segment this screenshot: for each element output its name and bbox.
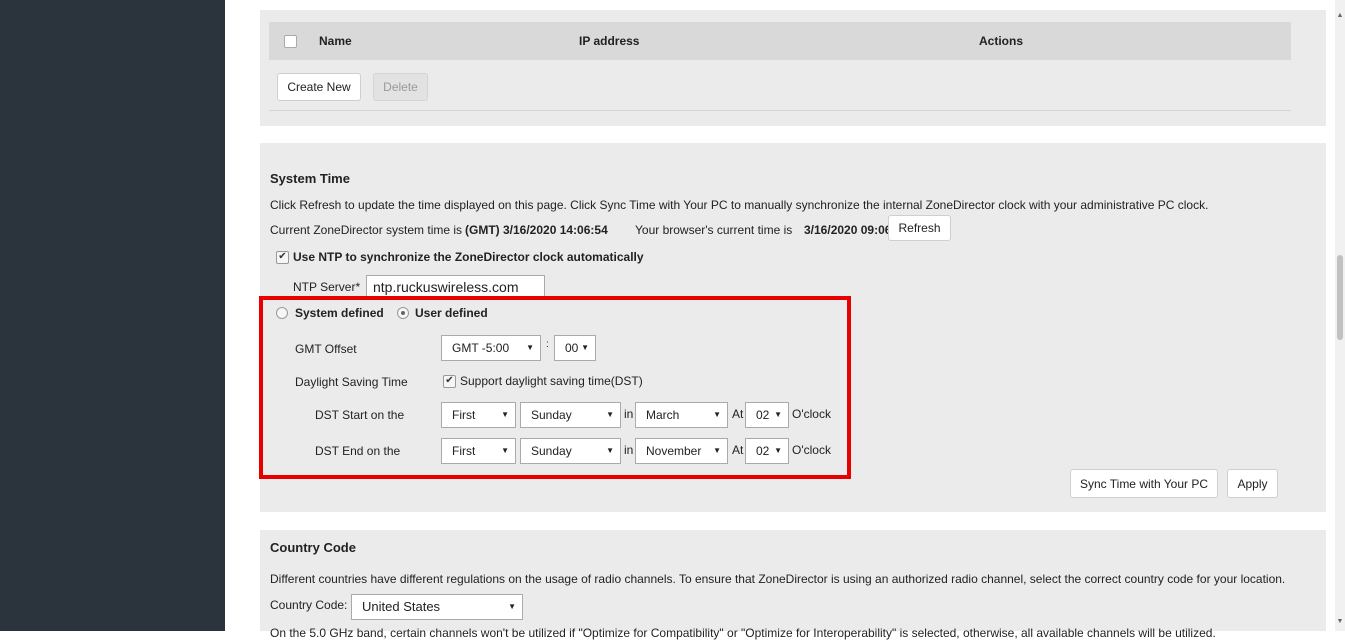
ntp-server-label: NTP Server* [293,280,361,294]
ntp-server-input[interactable]: ntp.ruckuswireless.com [366,275,545,297]
current-time-value: (GMT) 3/16/2020 14:06:54 [465,223,608,237]
apply-button[interactable]: Apply [1227,469,1278,498]
left-sidebar [0,0,225,631]
system-time-title: System Time [270,171,350,186]
refresh-button[interactable]: Refresh [888,215,951,241]
current-time-prefix: Current ZoneDirector system time is [270,223,463,237]
column-name[interactable]: Name [319,22,352,60]
delete-button[interactable]: Delete [373,73,428,101]
country-code-label: Country Code: [270,598,348,612]
country-code-select[interactable]: United States ▼ [351,594,523,620]
country-code-note: On the 5.0 GHz band, certain channels wo… [270,626,1216,640]
hosts-panel: Name IP address Actions Create New Delet… [260,10,1326,126]
column-ip-address[interactable]: IP address [579,22,639,60]
scroll-down-icon[interactable]: ▼ [1336,618,1344,626]
divider [269,110,1291,111]
select-all-checkbox[interactable] [284,35,297,48]
sync-time-button[interactable]: Sync Time with Your PC [1070,469,1218,498]
column-actions: Actions [979,34,1024,48]
country-code-panel: Country Code Different countries have di… [260,530,1326,640]
vertical-scrollbar[interactable]: ▲ ▼ [1335,0,1345,631]
country-code-title: Country Code [270,540,356,555]
scroll-thumb[interactable] [1337,255,1343,340]
browser-time-prefix: Your browser's current time is [635,223,793,237]
create-new-button[interactable]: Create New [277,73,361,101]
use-ntp-label: Use NTP to synchronize the ZoneDirector … [293,250,644,264]
scroll-up-icon[interactable]: ▲ [1336,12,1344,20]
use-ntp-checkbox[interactable]: ✔ [276,251,289,264]
system-time-description: Click Refresh to update the time display… [270,198,1209,212]
table-header: Name IP address Actions [269,22,1291,60]
country-code-description: Different countries have different regul… [270,572,1286,586]
highlight-box [259,296,851,479]
chevron-down-icon: ▼ [508,602,516,611]
